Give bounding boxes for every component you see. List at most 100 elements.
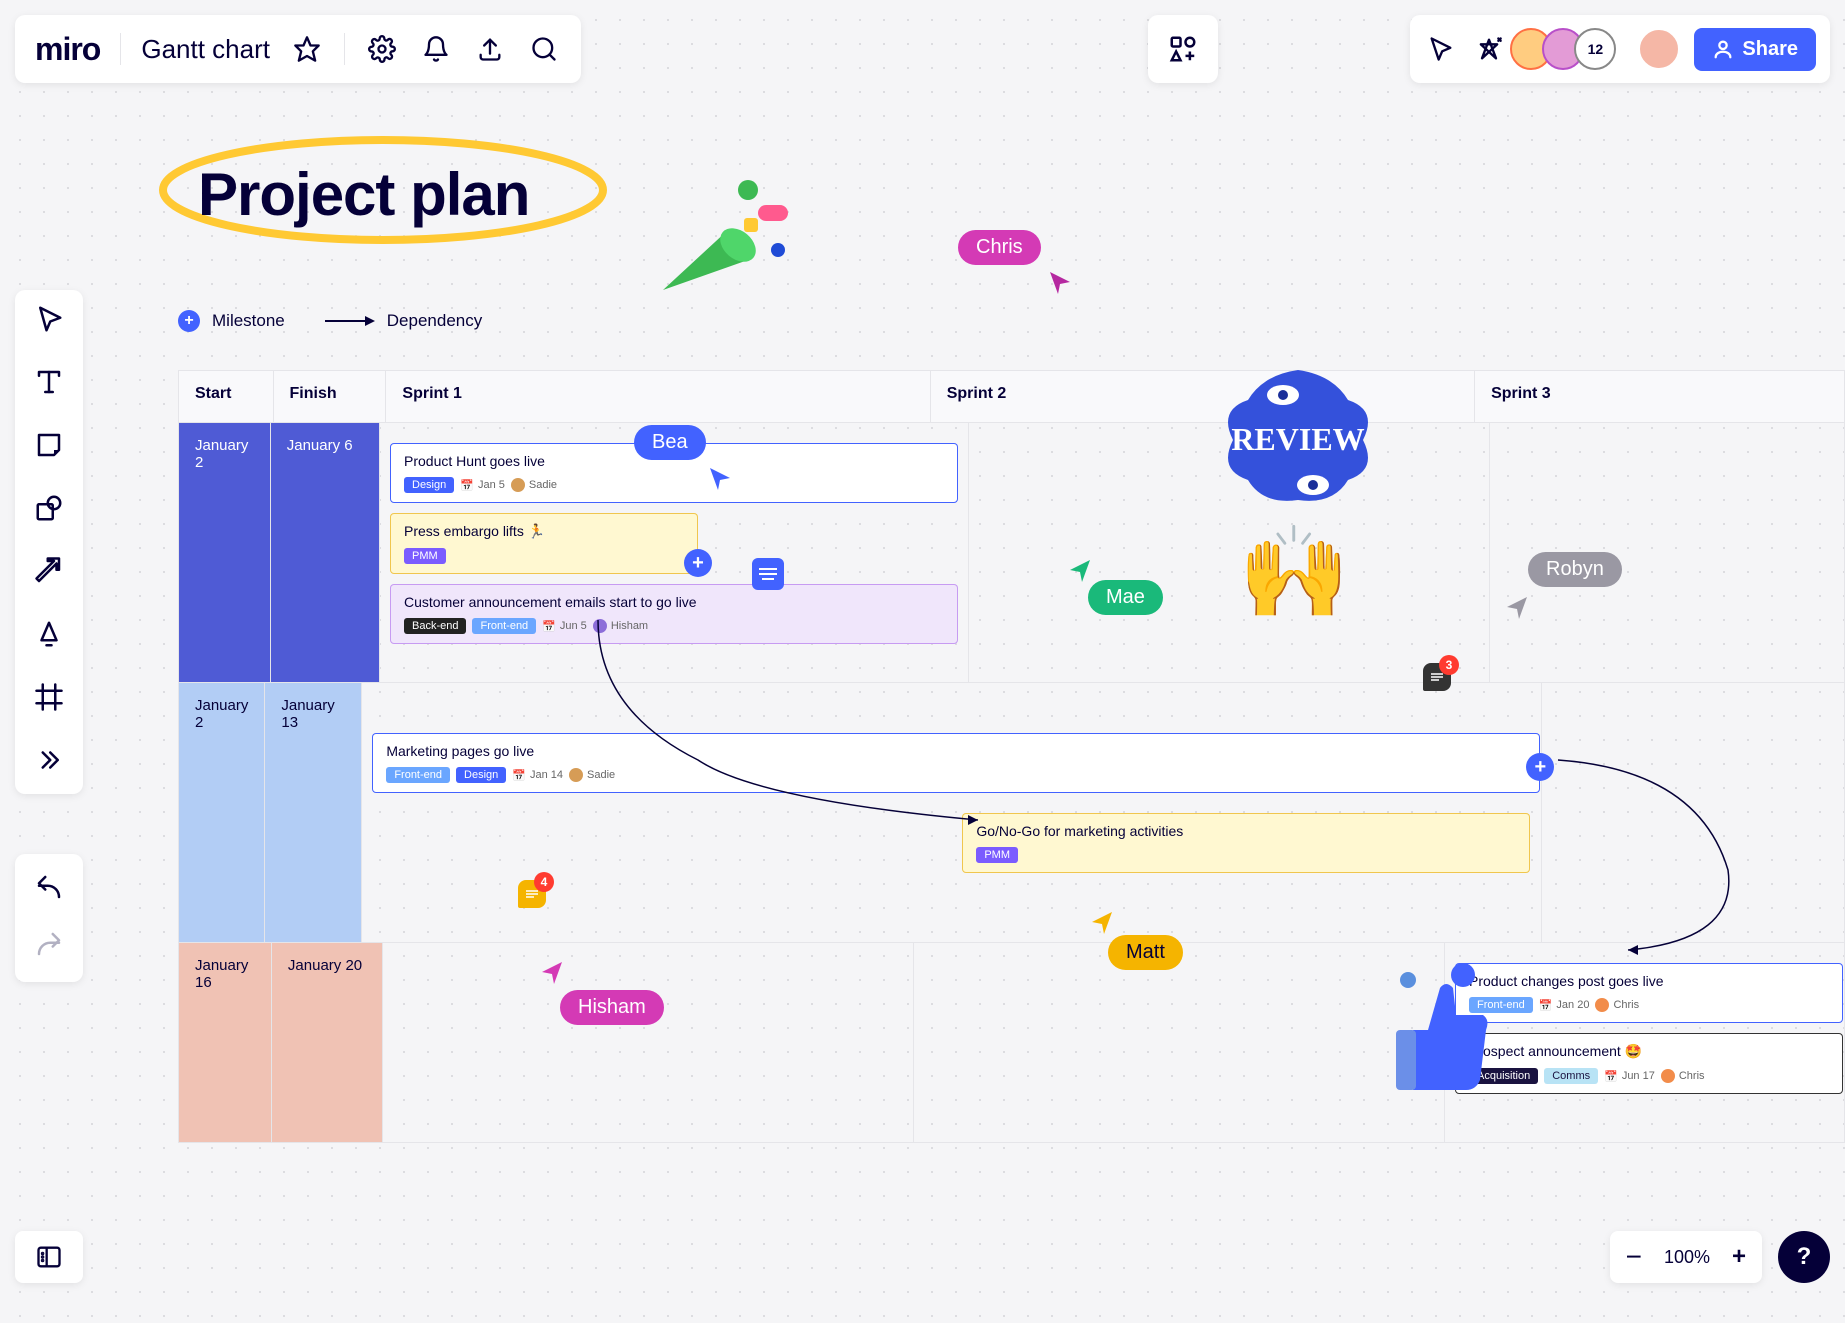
zoom-out-button[interactable]: − (1626, 1241, 1642, 1273)
card-user: Hisham (593, 619, 648, 633)
board-title[interactable]: Project plan (198, 160, 529, 229)
zoom-in-button[interactable]: + (1732, 1243, 1746, 1271)
collab-toolbar: 12 Share (1410, 15, 1830, 83)
header-sprint1: Sprint 1 (386, 371, 930, 423)
avatar-overflow-count[interactable]: 12 (1574, 28, 1616, 70)
card-user: Sadie (511, 478, 557, 492)
header-sprint2: Sprint 2 (931, 371, 1475, 423)
row-finish: January 6 (271, 423, 380, 683)
add-milestone-button[interactable]: + (684, 549, 712, 577)
row-finish: January 13 (265, 683, 362, 943)
search-icon[interactable] (527, 32, 561, 66)
sprint-cell[interactable]: Product Hunt goes live Design📅 Jan 5 Sad… (380, 423, 969, 683)
tag: Design (456, 767, 506, 783)
header-start: Start (179, 371, 274, 423)
thumbs-up-sticker[interactable] (1368, 960, 1498, 1095)
more-tools[interactable] (34, 745, 64, 780)
svg-text:REVIEW: REVIEW (1231, 421, 1364, 457)
reactions-icon[interactable] (1472, 32, 1506, 66)
row-finish: January 20 (272, 943, 383, 1143)
share-button[interactable]: Share (1694, 28, 1816, 71)
comment-icon[interactable] (752, 558, 784, 590)
top-toolbar: miro Gantt chart (15, 15, 581, 83)
row-start: January 16 (179, 943, 272, 1143)
cursor-pointer-icon (538, 960, 564, 986)
undo-button[interactable] (34, 872, 64, 907)
tool-sidebar (15, 290, 83, 794)
sprint-cell[interactable] (1542, 683, 1845, 943)
bell-icon[interactable] (419, 32, 453, 66)
card-date: 📅 Jan 5 (460, 479, 505, 492)
cursor-bea: Bea (634, 425, 706, 460)
gantt-header-row: Start Finish Sprint 1 Sprint 2 Sprint 3 (179, 371, 1845, 423)
shape-tool[interactable] (34, 493, 64, 528)
star-icon[interactable] (290, 32, 324, 66)
card-title: Marketing pages go live (386, 743, 1526, 759)
card-title: Go/No-Go for marketing activities (976, 823, 1516, 839)
divider (120, 33, 121, 65)
card-user: Sadie (569, 768, 615, 782)
gantt-row[interactable]: January 2 January 13 Marketing pages go … (179, 683, 1845, 943)
canvas[interactable]: Project plan +Milestone Dependency Start… (128, 120, 1845, 1223)
legend: +Milestone Dependency (178, 310, 482, 332)
card-title: Product changes post goes live (1469, 973, 1829, 989)
zoom-controls: − 100% + ? (1610, 1231, 1830, 1283)
sprint-cell[interactable] (383, 943, 914, 1143)
raised-hands-emoji[interactable]: 🙌 (1238, 520, 1350, 625)
comment-count: 3 (1439, 655, 1459, 675)
collaborator-avatars[interactable]: 12 (1520, 28, 1616, 70)
redo-button[interactable] (34, 929, 64, 964)
task-card[interactable]: Press embargo lifts 🏃 PMM + (390, 513, 698, 574)
tag: Comms (1544, 1068, 1598, 1084)
header-finish: Finish (274, 371, 387, 423)
legend-milestone: +Milestone (178, 310, 285, 332)
review-sticker[interactable]: REVIEW (1213, 360, 1383, 515)
party-horn-sticker[interactable] (648, 160, 798, 305)
app-logo[interactable]: miro (35, 31, 100, 68)
task-card[interactable]: Go/No-Go for marketing activities PMM (962, 813, 1530, 873)
divider (344, 33, 345, 65)
card-date: 📅 Jun 17 (1604, 1070, 1655, 1083)
current-user-avatar[interactable] (1638, 28, 1680, 70)
card-user: Chris (1661, 1069, 1705, 1083)
gantt-chart[interactable]: Start Finish Sprint 1 Sprint 2 Sprint 3 … (178, 370, 1845, 1143)
sticky-note-tool[interactable] (34, 430, 64, 465)
zoom-level[interactable]: 100% (1664, 1247, 1710, 1268)
task-card[interactable]: Customer announcement emails start to go… (390, 584, 958, 644)
frame-tool[interactable] (34, 682, 64, 717)
export-icon[interactable] (473, 32, 507, 66)
card-date: 📅 Jan 14 (512, 769, 563, 782)
sprint-cell[interactable] (914, 943, 1445, 1143)
gantt-row[interactable]: January 16 January 20 Product changes po… (179, 943, 1845, 1143)
undo-sidebar (15, 854, 83, 982)
text-tool[interactable] (34, 367, 64, 402)
sprint-cell[interactable]: Product changes post goes live Front-end… (1445, 943, 1845, 1143)
share-label: Share (1742, 38, 1798, 61)
apps-button[interactable] (1148, 15, 1218, 83)
cursor-icon[interactable] (1424, 32, 1458, 66)
cursor-pointer-icon (708, 466, 734, 492)
task-card[interactable]: Marketing pages go live Front-endDesign📅… (372, 733, 1540, 793)
legend-label: Dependency (387, 311, 482, 331)
board-title-frame[interactable]: Project plan (168, 120, 529, 229)
board-name[interactable]: Gantt chart (141, 34, 270, 65)
tag: PMM (976, 847, 1018, 863)
row-start: January 2 (179, 683, 265, 943)
task-card[interactable]: Product changes post goes live Front-end… (1455, 963, 1843, 1023)
card-title: Prospect announcement 🤩 (1469, 1043, 1829, 1060)
tag: Back-end (404, 618, 466, 634)
settings-icon[interactable] (365, 32, 399, 66)
comment-badge[interactable]: 3 (1423, 663, 1451, 691)
card-title: Customer announcement emails start to go… (404, 594, 944, 610)
frames-panel-toggle[interactable] (15, 1231, 83, 1283)
card-user: Chris (1595, 998, 1639, 1012)
tag: PMM (404, 548, 446, 564)
arrow-tool[interactable] (34, 556, 64, 591)
help-button[interactable]: ? (1778, 1231, 1830, 1283)
plus-icon: + (178, 310, 200, 332)
cursor-pointer-icon (1503, 595, 1529, 621)
pen-tool[interactable] (34, 619, 64, 654)
select-tool[interactable] (34, 304, 64, 339)
comment-badge[interactable]: 4 (518, 880, 546, 908)
task-card[interactable]: Prospect announcement 🤩 AcquisitionComms… (1455, 1033, 1843, 1094)
